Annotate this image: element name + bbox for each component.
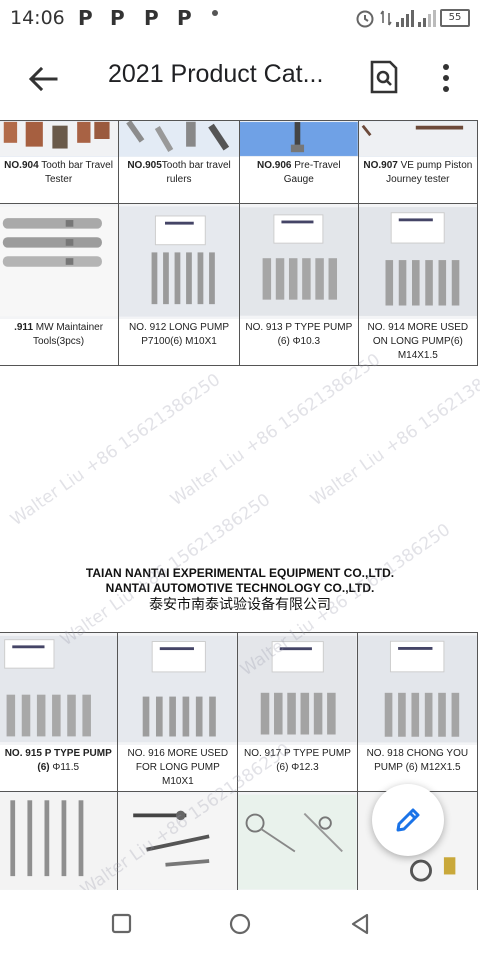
product-description: NO. 916 MORE USED FOR LONG PUMP M10X1 [127, 748, 229, 787]
product-cell [117, 791, 239, 890]
watermark-text: Walter Liu +86 15621386250 [6, 369, 225, 531]
company-name-en-2: NANTAI AUTOMOTIVE TECHNOLOGY CO.,LTD. [105, 581, 375, 595]
notification-p-icon: P [110, 6, 125, 30]
notification-p-icon: P [177, 6, 192, 30]
product-image [238, 792, 357, 890]
product-image [358, 204, 477, 319]
triangle-back-icon[interactable] [348, 912, 372, 936]
company-header: TAIAN NANTAI EXPERIMENTAL EQUIPMENT CO.,… [0, 566, 480, 614]
product-cell: NO. 912 LONG PUMP P7100(6) M10X1 [118, 203, 240, 366]
search-document-icon[interactable] [368, 60, 400, 94]
product-description: NO. 918 CHONG YOU PUMP (6) M12X1.5 [366, 748, 469, 773]
product-image [119, 121, 239, 157]
product-cell [0, 791, 119, 890]
product-description: Pre-Travel Gauge [283, 160, 341, 185]
product-description: VE pump Piston Journey tester [386, 160, 473, 185]
notification-p-icon: P [144, 6, 159, 30]
pdf-page-view[interactable]: NO.904 Tooth bar Travel Tester NO.905Too… [0, 120, 480, 890]
product-number: NO.906 [257, 160, 292, 171]
product-description: NO. 914 MORE USED ON LONG PUMP(6) M14X1.… [367, 322, 469, 361]
notification-p-icon: P [78, 6, 93, 30]
more-notifications-dot-icon [212, 10, 218, 16]
app-bar: 2021 Product Cat... [0, 36, 480, 120]
signal-1-icon [396, 9, 414, 27]
product-description: MW Maintainer Tools(3pcs) [33, 322, 104, 347]
product-image [0, 633, 118, 745]
clock-time: 14:06 [10, 7, 65, 29]
company-name-cn: 泰安市南泰试验设备有限公司 [149, 597, 331, 613]
product-cell: NO. 914 MORE USED ON LONG PUMP(6) M14X1.… [357, 203, 479, 366]
product-cell: NO.905Tooth bar travel rulers [118, 120, 240, 204]
product-description: NO. 917 P TYPE PUMP (6) Φ12.3 [243, 748, 351, 773]
product-image [0, 792, 118, 890]
product-image [358, 121, 477, 157]
battery-icon: 55 [440, 9, 470, 27]
product-description: Tooth bar Travel Tester [38, 160, 113, 185]
status-right: 55 [354, 6, 470, 30]
product-image [239, 204, 358, 319]
product-description: NO. 912 LONG PUMP P7100(6) M10X1 [129, 322, 230, 347]
system-nav-bar [0, 890, 480, 960]
product-number: NO.904 [4, 160, 39, 171]
product-image [238, 633, 357, 745]
product-cell: NO. 916 MORE USED FOR LONG PUMP M10X1 [117, 632, 239, 792]
product-image [118, 633, 238, 745]
status-bar: 14:06 P P P P 55 [0, 0, 480, 36]
product-number: NO.907 [363, 160, 398, 171]
product-image [0, 121, 119, 157]
edit-fab-button[interactable] [372, 784, 444, 856]
circle-home-icon[interactable] [228, 912, 252, 936]
product-number: NO.905 [127, 160, 162, 171]
more-vert-icon[interactable] [436, 62, 456, 94]
product-table-top: NO.904 Tooth bar Travel Tester NO.905Too… [0, 120, 479, 366]
product-image [118, 792, 238, 890]
product-cell: NO. 913 P TYPE PUMP (6) Φ10.3 [238, 203, 359, 366]
data-transfer-icon [380, 10, 392, 26]
document-title: 2021 Product Cat... [108, 60, 324, 88]
square-recents-icon[interactable] [110, 912, 134, 936]
company-name-en-1: TAIAN NANTAI EXPERIMENTAL EQUIPMENT CO.,… [85, 566, 395, 580]
product-cell: NO.904 Tooth bar Travel Tester [0, 120, 120, 204]
product-cell: NO. 915 P TYPE PUMP (6) Φ11.5 [0, 632, 119, 792]
product-image [119, 204, 239, 319]
watermark-text: Walter Liu +86 15621386250 [306, 349, 480, 511]
product-description: Tooth bar travel rulers [161, 160, 231, 185]
product-cell [237, 791, 358, 890]
arrow-back-icon[interactable] [26, 62, 60, 96]
product-cell: NO. 918 CHONG YOU PUMP (6) M12X1.5 [356, 632, 479, 792]
alarm-icon [356, 10, 374, 28]
product-image [0, 204, 119, 319]
pencil-edit-icon [396, 808, 420, 832]
product-image [357, 633, 477, 745]
product-cell: .911 MW Maintainer Tools(3pcs) [0, 203, 120, 366]
watermark-text: Walter Liu +86 15621386250 [166, 349, 385, 511]
signal-2-icon [418, 9, 436, 27]
product-cell: NO.907 VE pump Piston Journey tester [357, 120, 479, 204]
product-number: .911 [14, 322, 34, 333]
product-description: Φ11.5 [49, 762, 80, 773]
product-image [239, 121, 358, 157]
product-cell: NO. 917 P TYPE PUMP (6) Φ12.3 [237, 632, 358, 792]
product-cell: NO.906 Pre-Travel Gauge [238, 120, 359, 204]
product-description: NO. 913 P TYPE PUMP (6) Φ10.3 [245, 322, 353, 347]
